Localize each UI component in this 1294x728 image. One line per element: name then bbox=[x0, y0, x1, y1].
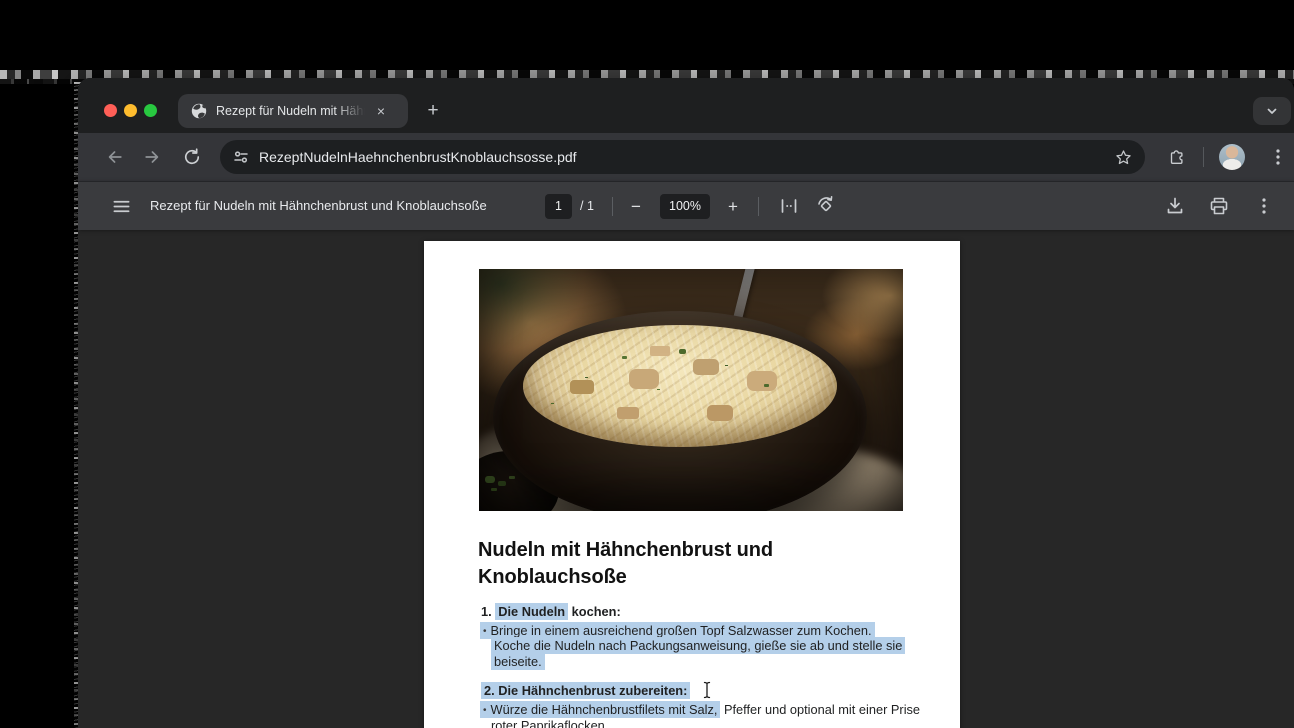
pdf-divider bbox=[758, 197, 759, 216]
pdf-divider bbox=[612, 197, 613, 216]
fit-to-width-icon[interactable] bbox=[779, 196, 799, 216]
tab-search-button[interactable] bbox=[1253, 97, 1291, 125]
download-icon[interactable] bbox=[1165, 196, 1185, 216]
globe-favicon-icon bbox=[191, 103, 207, 119]
step1-heading-selected: Die Nudeln bbox=[495, 603, 568, 620]
step1-heading: 1. Die Nudeln kochen: bbox=[481, 604, 621, 619]
forward-icon[interactable] bbox=[142, 147, 162, 167]
step1-bullet-line2: Koche die Nudeln nach Packungsanweisung,… bbox=[491, 638, 905, 653]
step1-heading-rest: kochen: bbox=[568, 604, 621, 619]
step2-number: 2. bbox=[484, 683, 495, 698]
recipe-title-line2: Knoblauchsoße bbox=[478, 564, 918, 591]
pdf-page: Nudeln mit Hähnchenbrust und Knoblauchso… bbox=[424, 241, 960, 728]
recipe-photo bbox=[479, 269, 903, 511]
toolbar-divider bbox=[1203, 147, 1204, 167]
pdf-more-icon[interactable] bbox=[1254, 196, 1274, 216]
new-tab-button[interactable]: + bbox=[422, 100, 444, 122]
profile-avatar[interactable] bbox=[1219, 144, 1245, 170]
recipe-title: Nudeln mit Hähnchenbrust und Knoblauchso… bbox=[478, 537, 918, 591]
reload-icon[interactable] bbox=[182, 147, 202, 167]
browser-toolbar: RezeptNudelnHaehnchenbrustKnoblauchsosse… bbox=[78, 133, 1294, 181]
bookmark-star-icon[interactable] bbox=[1114, 148, 1133, 167]
browser-menu-icon[interactable] bbox=[1268, 147, 1288, 167]
window-minimize-button[interactable] bbox=[124, 104, 137, 117]
pdf-menu-icon[interactable] bbox=[112, 197, 131, 216]
extensions-icon[interactable] bbox=[1167, 148, 1186, 167]
text-cursor-ibeam bbox=[700, 680, 714, 700]
photo-vignette bbox=[479, 269, 903, 511]
back-icon[interactable] bbox=[105, 147, 125, 167]
page-number-input[interactable]: 1 bbox=[545, 194, 572, 219]
tab-strip: Rezept für Nudeln mit Hähn × + bbox=[78, 78, 1294, 133]
browser-tab[interactable]: Rezept für Nudeln mit Hähn × bbox=[178, 94, 408, 128]
browser-window: Rezept für Nudeln mit Hähn × + bbox=[78, 78, 1294, 728]
step1-bullet-line3: beiseite. bbox=[491, 654, 545, 669]
zoom-in-button[interactable]: + bbox=[722, 194, 744, 219]
step2-heading: 2. Die Hähnchenbrust zubereiten: bbox=[481, 683, 690, 698]
print-icon[interactable] bbox=[1209, 196, 1229, 216]
window-close-button[interactable] bbox=[104, 104, 117, 117]
zoom-level-input[interactable]: 100% bbox=[660, 194, 710, 219]
tab-close-icon[interactable]: × bbox=[372, 102, 390, 120]
step1-number: 1. bbox=[481, 604, 492, 619]
recipe-title-line1: Nudeln mit Hähnchenbrust und bbox=[478, 537, 918, 564]
pdf-viewer-scroll-area[interactable]: Nudeln mit Hähnchenbrust und Knoblauchso… bbox=[78, 230, 1294, 728]
desktop-background: Rezept für Nudeln mit Hähn × + bbox=[0, 0, 1294, 728]
bullet-icon: • bbox=[483, 705, 491, 716]
rotate-icon[interactable] bbox=[816, 196, 836, 216]
site-settings-icon[interactable] bbox=[233, 149, 249, 165]
pdf-toolbar: Rezept für Nudeln mit Hähnchenbrust und … bbox=[78, 181, 1294, 230]
zoom-out-button[interactable]: − bbox=[625, 194, 647, 219]
step2-bullet-line1: •Würze die Hähnchenbrustfilets mit Salz,… bbox=[480, 702, 920, 718]
chevron-down-icon bbox=[1264, 103, 1280, 119]
tab-title: Rezept für Nudeln mit Hähn bbox=[216, 104, 368, 118]
bullet-icon: • bbox=[483, 626, 491, 637]
url-text: RezeptNudelnHaehnchenbrustKnoblauchsosse… bbox=[259, 149, 1114, 165]
address-bar[interactable]: RezeptNudelnHaehnchenbrustKnoblauchsosse… bbox=[220, 140, 1145, 174]
pdf-document-title: Rezept für Nudeln mit Hähnchenbrust und … bbox=[150, 182, 487, 230]
window-zoom-button[interactable] bbox=[144, 104, 157, 117]
step2-bullet-line2: roter Paprikaflocken bbox=[491, 718, 605, 728]
page-total-label: / 1 bbox=[580, 182, 594, 230]
step2-heading-selected: Die Hähnchenbrust zubereiten: bbox=[498, 683, 687, 698]
